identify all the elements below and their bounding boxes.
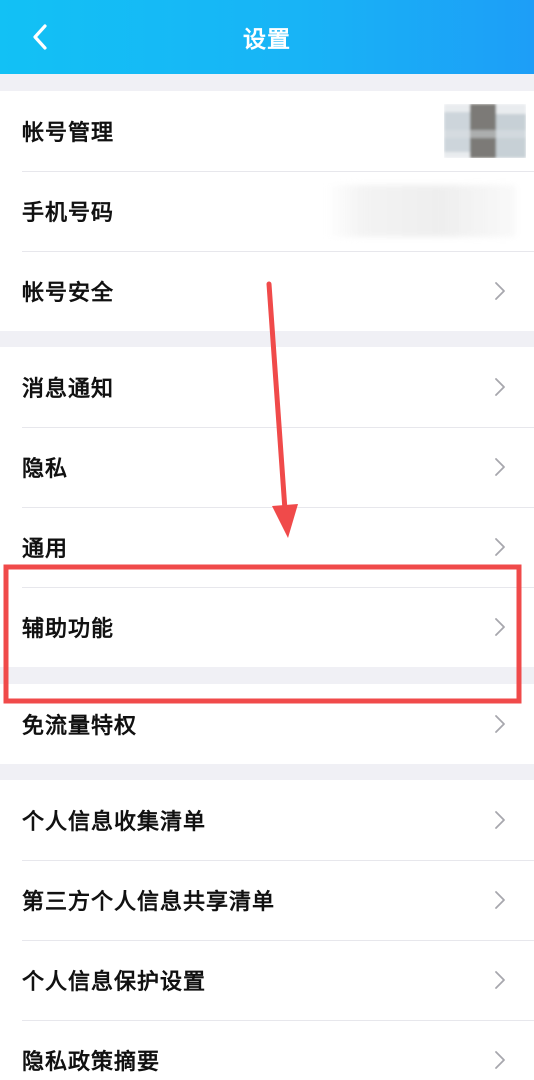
settings-item-accessibility[interactable]: 辅助功能	[0, 587, 534, 667]
settings-item-phone-number[interactable]: 手机号码	[0, 171, 534, 251]
settings-item-label: 消息通知	[22, 377, 115, 402]
settings-item-notifications[interactable]: 消息通知	[0, 347, 534, 427]
settings-item-general[interactable]: 通用	[0, 507, 534, 587]
phone-number-redacted	[326, 185, 516, 237]
settings-item-label: 个人信息保护设置	[22, 970, 207, 995]
settings-item-third-party-sharing[interactable]: 第三方个人信息共享清单	[0, 860, 534, 940]
settings-item-data-free-privilege[interactable]: 免流量特权	[0, 684, 534, 764]
chevron-right-icon	[495, 458, 505, 476]
settings-item-label: 帐号安全	[22, 281, 115, 306]
chevron-right-icon	[495, 1051, 505, 1069]
chevron-right-icon	[495, 618, 505, 636]
chevron-right-icon	[495, 282, 505, 300]
settings-item-label: 通用	[22, 537, 69, 562]
settings-item-label: 辅助功能	[22, 617, 115, 642]
settings-item-privacy[interactable]: 隐私	[0, 427, 534, 507]
settings-item-label: 隐私政策摘要	[22, 1050, 161, 1075]
account-section: 帐号管理 手机号码 帐号安全	[0, 91, 534, 331]
chevron-right-icon	[495, 811, 505, 829]
personal-info-section: 个人信息收集清单 第三方个人信息共享清单 个人信息保护设置 隐私政策摘要	[0, 780, 534, 1080]
general-section: 消息通知 隐私 通用 辅助功能	[0, 347, 534, 667]
settings-item-personal-info-protection[interactable]: 个人信息保护设置	[0, 940, 534, 1020]
settings-item-account-management[interactable]: 帐号管理	[0, 91, 534, 171]
data-saver-section: 免流量特权	[0, 684, 534, 764]
chevron-left-icon	[33, 24, 47, 50]
chevron-right-icon	[495, 715, 505, 733]
settings-item-label: 第三方个人信息共享清单	[22, 890, 276, 915]
settings-item-label: 帐号管理	[22, 121, 115, 146]
app-header: 设置	[0, 0, 534, 74]
avatar	[444, 104, 526, 158]
settings-item-label: 手机号码	[22, 201, 115, 226]
chevron-right-icon	[495, 538, 505, 556]
settings-item-label: 隐私	[22, 457, 69, 482]
settings-item-privacy-policy-summary[interactable]: 隐私政策摘要	[0, 1020, 534, 1080]
chevron-right-icon	[495, 891, 505, 909]
page-title: 设置	[243, 27, 291, 53]
chevron-right-icon	[495, 971, 505, 989]
settings-item-account-security[interactable]: 帐号安全	[0, 251, 534, 331]
settings-item-label: 个人信息收集清单	[22, 810, 207, 835]
back-button[interactable]	[22, 18, 58, 56]
settings-item-label: 免流量特权	[22, 714, 138, 739]
chevron-right-icon	[495, 378, 505, 396]
settings-item-personal-info-collection[interactable]: 个人信息收集清单	[0, 780, 534, 860]
